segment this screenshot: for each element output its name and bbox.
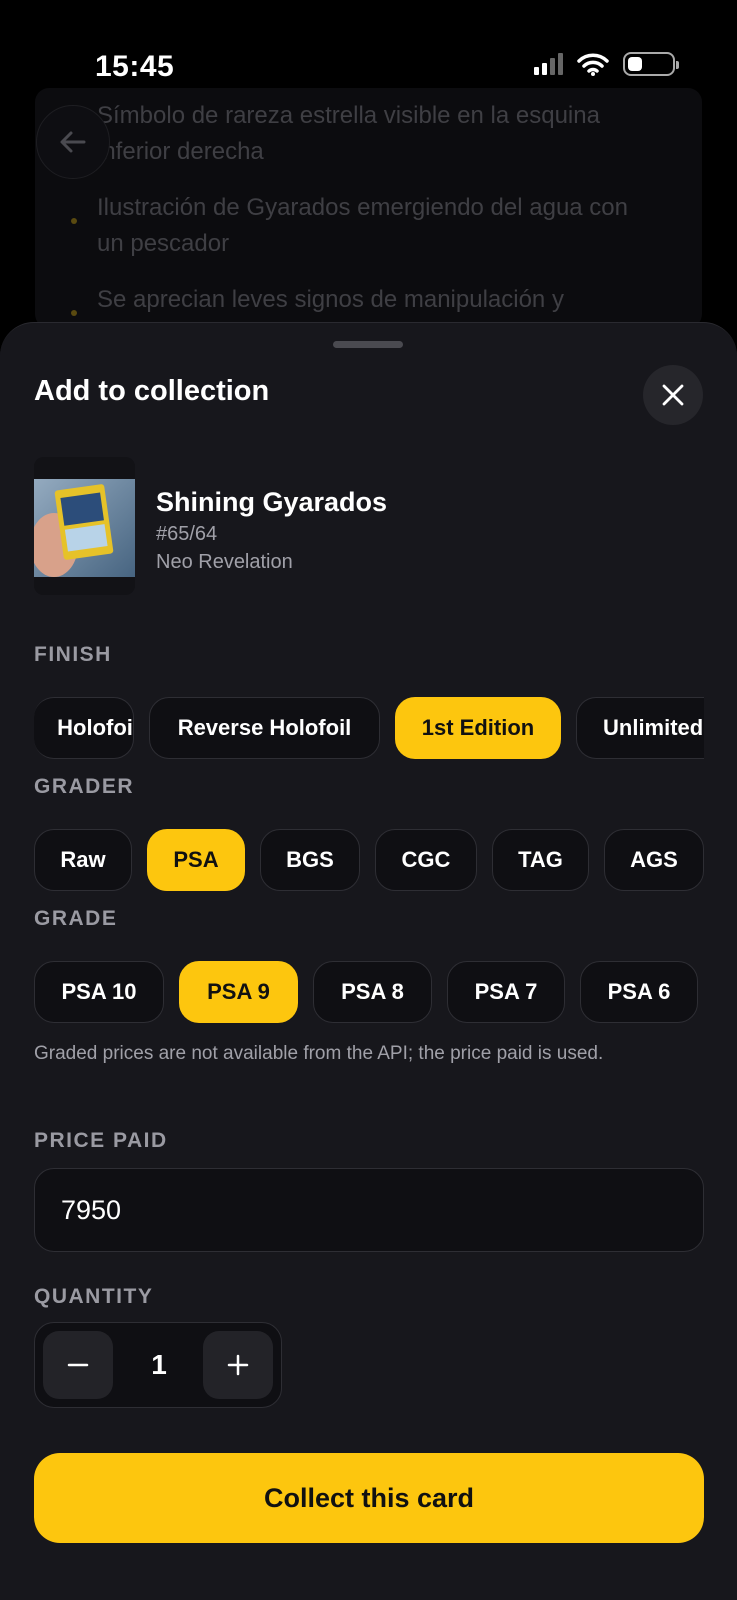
grade-option-psa-7[interactable]: PSA 7 [447, 961, 565, 1023]
card-thumbnail [34, 457, 135, 595]
sheet-grabber[interactable] [333, 341, 403, 348]
quantity-label: QUANTITY [34, 1285, 154, 1308]
grader-label: GRADER [34, 775, 135, 798]
collect-this-card-button[interactable]: Collect this card [34, 1453, 704, 1543]
card-set-name: Neo Revelation [156, 551, 293, 573]
background-bullet: Símbolo de rareza estrella visible en la… [97, 102, 600, 165]
card-name: Shining Gyarados [156, 487, 388, 517]
minus-icon [67, 1363, 89, 1367]
finish-option-1st-edition[interactable]: 1st Edition [395, 697, 561, 759]
battery-icon [623, 52, 679, 76]
grade-options: PSA 10 PSA 9 PSA 8 PSA 7 PSA 6 [34, 961, 704, 1023]
finish-options: Holofoil Reverse Holofoil 1st Edition Un… [34, 697, 704, 759]
increase-quantity-button[interactable] [203, 1331, 273, 1399]
decrease-quantity-button[interactable] [43, 1331, 113, 1399]
grader-option-psa[interactable]: PSA [147, 829, 245, 891]
add-to-collection-sheet: Add to collection Shining Gyarados #65/6… [0, 322, 737, 1600]
cellular-signal-icon [534, 53, 563, 75]
chip-label: Holofoil [57, 715, 134, 740]
close-button[interactable] [643, 365, 703, 425]
grader-option-bgs[interactable]: BGS [260, 829, 360, 891]
grader-option-tag[interactable]: TAG [492, 829, 589, 891]
plus-icon [227, 1354, 249, 1376]
grader-option-cgc[interactable]: CGC [375, 829, 477, 891]
arrow-left-icon [60, 131, 86, 153]
grader-option-ags[interactable]: AGS [604, 829, 704, 891]
status-time: 15:45 [95, 50, 175, 83]
background-bullet-list: Símbolo de rareza estrella visible en la… [71, 98, 657, 328]
status-icons [534, 52, 679, 76]
grade-option-psa-9[interactable]: PSA 9 [179, 961, 298, 1023]
grader-option-raw[interactable]: Raw [34, 829, 132, 891]
card-number: #65/64 [156, 523, 218, 545]
grade-option-psa-6[interactable]: PSA 6 [580, 961, 698, 1023]
finish-option-holofoil[interactable]: Holofoil [34, 697, 134, 759]
quantity-stepper: 1 [34, 1322, 282, 1408]
price-paid-input[interactable] [34, 1168, 704, 1252]
finish-label: FINISH [34, 643, 112, 666]
status-bar: 15:45 [0, 0, 737, 90]
background-bullet: Ilustración de Gyarados emergiendo del a… [71, 190, 657, 262]
background-bullet: Se aprecian leves signos de manipulación… [71, 282, 657, 318]
price-paid-label: PRICE PAID [34, 1129, 168, 1152]
graded-price-hint: Graded prices are not available from the… [34, 1043, 604, 1064]
background-page: Símbolo de rareza estrella visible en la… [35, 88, 702, 328]
wifi-icon [577, 53, 609, 76]
finish-option-unlimited[interactable]: Unlimited [576, 697, 704, 759]
grader-options: Raw PSA BGS CGC TAG AGS [34, 829, 704, 891]
grade-option-psa-10[interactable]: PSA 10 [34, 961, 164, 1023]
quantity-value: 1 [151, 1349, 167, 1380]
sheet-title: Add to collection [34, 375, 270, 407]
finish-option-reverse-holofoil[interactable]: Reverse Holofoil [149, 697, 380, 759]
close-icon [662, 384, 684, 406]
grade-label: GRADE [34, 907, 118, 930]
back-button[interactable] [36, 105, 110, 179]
grade-option-psa-8[interactable]: PSA 8 [313, 961, 432, 1023]
